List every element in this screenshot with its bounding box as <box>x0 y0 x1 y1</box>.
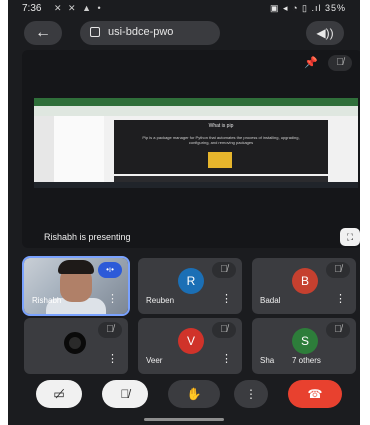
others-count: 7 others <box>292 356 321 365</box>
back-button[interactable]: ← <box>24 21 62 45</box>
arrow-left-icon: ← <box>35 24 51 41</box>
avatar: V <box>178 328 204 354</box>
participant-name: Badal <box>260 296 281 305</box>
top-bar: ← usi-bdce-pwo ◀)) <box>8 20 360 46</box>
end-call-button[interactable]: ☎ <box>288 380 342 408</box>
more-options-icon[interactable]: ⋮ <box>335 294 346 305</box>
expand-icon: ⛶ <box>346 232 354 242</box>
participant-tile-rishabh[interactable]: •ı• Rishabh ⋮ <box>22 256 130 316</box>
shared-window-sidebar <box>34 116 54 182</box>
mic-off-icon: 🎙̸ <box>120 387 130 401</box>
call-controls: ▭̸ 🎙̸ ✋ ⋮ ☎ <box>26 380 342 408</box>
phone-screen: 7:36 ✕ ✕ ▲ • ▣ ◂ ◔ ▯ .ıl 35% ← usi-bdce-… <box>8 0 360 425</box>
shared-window-toolbar <box>34 106 358 116</box>
participant-tile-others[interactable]: 🎙̸ S Sha 7 others <box>252 318 356 374</box>
shared-taskbar <box>34 182 358 188</box>
participant-name: Rishabh <box>32 296 62 305</box>
avatar: R <box>178 268 204 294</box>
raise-hand-icon: ✋ <box>186 387 202 401</box>
avatar: B <box>292 268 318 294</box>
participant-name: Reuben <box>146 296 175 305</box>
more-options-icon[interactable]: ⋮ <box>107 294 118 305</box>
signal-icons: ▣ ◂ ◔ ▯ .ıl <box>270 3 322 13</box>
shared-screen: What is pip Pip is a package manager for… <box>34 98 358 188</box>
camera-toggle-button[interactable]: ▭̸ <box>36 380 82 408</box>
raise-hand-button[interactable]: ✋ <box>168 380 220 408</box>
presenting-label: Rishabh is presenting <box>44 232 131 242</box>
status-bar: 7:36 ✕ ✕ ▲ • ▣ ◂ ◔ ▯ .ıl 35% <box>8 0 360 18</box>
more-icon: ⋮ <box>245 387 257 401</box>
more-options-button[interactable]: ⋮ <box>234 380 268 408</box>
mic-off-icon: 🎙̸ <box>326 322 350 338</box>
calendar-icon <box>90 27 100 37</box>
mic-off-icon: 🎙̸ <box>212 322 236 338</box>
end-call-icon: ☎ <box>307 387 323 401</box>
battery-level: 35% <box>324 3 346 13</box>
audio-output-button[interactable]: ◀)) <box>306 21 344 45</box>
participant-tile-reuben[interactable]: 🎙̸ R Reuben ⋮ <box>138 258 242 314</box>
pin-icon[interactable]: 📌 <box>300 54 322 72</box>
slide-title: What is pip <box>208 123 234 129</box>
mic-toggle-button[interactable]: 🎙̸ <box>102 380 148 408</box>
participant-tile-unnamed[interactable]: 🎙̸ ⋮ <box>24 318 128 374</box>
mic-off-icon: 🎙̸ <box>326 262 350 278</box>
status-time: 7:36 <box>22 3 42 14</box>
mic-off-icon: 🎙̸ <box>212 262 236 278</box>
slide-image <box>208 152 232 168</box>
gesture-bar[interactable] <box>144 418 224 421</box>
avatar-placeholder <box>64 332 86 354</box>
presented-slide: What is pip Pip is a package manager for… <box>114 120 328 174</box>
slide-text: Pip is a package manager for Python that… <box>142 135 300 145</box>
meeting-info-button[interactable]: usi-bdce-pwo <box>80 21 220 45</box>
speaker-icon: ◀)) <box>316 26 334 40</box>
meeting-code: usi-bdce-pwo <box>108 26 174 38</box>
participant-tile-badal[interactable]: 🎙̸ B Badal ⋮ <box>252 258 356 314</box>
fullscreen-button[interactable]: ⛶ <box>340 228 360 246</box>
presentation-tile[interactable]: 📌 🎙̸ What is pip Pip is a package manage… <box>22 50 360 248</box>
participant-name: Sha <box>260 356 275 365</box>
mic-off-icon: 🎙̸ <box>328 55 352 71</box>
speaking-indicator-icon: •ı• <box>98 262 122 278</box>
camera-off-icon: ▭̸ <box>53 387 65 401</box>
shared-window-titlebar <box>34 98 358 106</box>
mic-off-icon: 🎙̸ <box>98 322 122 338</box>
participant-name: Veer <box>146 356 163 365</box>
more-options-icon[interactable]: ⋮ <box>221 294 232 305</box>
more-options-icon[interactable]: ⋮ <box>107 354 118 365</box>
more-options-icon[interactable]: ⋮ <box>221 354 232 365</box>
notification-icons: ✕ ✕ ▲ • <box>54 3 103 13</box>
shared-window-panel <box>54 116 104 182</box>
participant-tile-veer[interactable]: 🎙̸ V Veer ⋮ <box>138 318 242 374</box>
video-hair <box>58 260 94 274</box>
avatar: S <box>292 328 318 354</box>
status-right: ▣ ◂ ◔ ▯ .ıl 35% <box>270 3 346 14</box>
